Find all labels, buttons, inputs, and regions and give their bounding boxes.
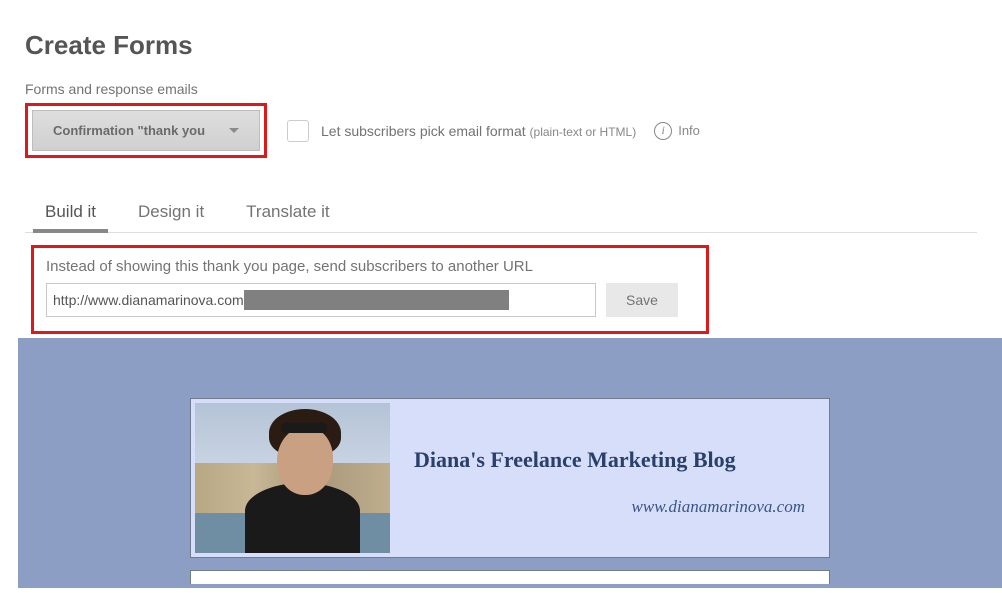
tab-design-it[interactable]: Design it: [138, 196, 204, 232]
checkbox-hint-text: (plain-text or HTML): [530, 125, 637, 139]
banner-text: Diana's Freelance Marketing Blog www.dia…: [390, 403, 825, 553]
banner-url: www.dianamarinova.com: [414, 497, 815, 517]
save-button[interactable]: Save: [606, 283, 678, 317]
redirect-instruction-label: Instead of showing this thank you page, …: [46, 258, 694, 275]
banner-title: Diana's Freelance Marketing Blog: [414, 447, 815, 473]
info-wrap: i Info: [654, 122, 700, 140]
author-photo: [195, 403, 390, 553]
top-controls-row: Confirmation "thank you Let subscribers …: [25, 103, 977, 158]
email-preview-wrap: Diana's Freelance Marketing Blog www.dia…: [190, 398, 830, 588]
redirect-url-row: http://www.dianamarinova.com Save: [46, 283, 694, 317]
chevron-down-icon: [229, 128, 239, 133]
dropdown-selected-text: Confirmation "thank you: [53, 123, 205, 138]
form-type-dropdown[interactable]: Confirmation "thank you: [32, 110, 260, 151]
redirect-url-input[interactable]: http://www.dianamarinova.com: [46, 283, 596, 317]
dropdown-highlight: Confirmation "thank you: [25, 103, 267, 158]
page-title: Create Forms: [25, 30, 977, 61]
forms-response-label: Forms and response emails: [25, 81, 977, 97]
redirect-url-value: http://www.dianamarinova.com: [53, 292, 244, 308]
redirect-url-box: Instead of showing this thank you page, …: [31, 245, 709, 334]
builder-tabs: Build it Design it Translate it: [25, 196, 977, 233]
email-format-checkbox[interactable]: [287, 120, 309, 142]
banner: Diana's Freelance Marketing Blog www.dia…: [191, 399, 829, 557]
tab-build-it[interactable]: Build it: [45, 196, 96, 232]
info-icon[interactable]: i: [654, 122, 672, 140]
email-format-label: Let subscribers pick email format (plain…: [321, 123, 636, 139]
form-preview-area: Diana's Freelance Marketing Blog www.dia…: [18, 338, 1002, 588]
info-label: Info: [678, 123, 700, 138]
email-format-option: Let subscribers pick email format (plain…: [287, 120, 700, 142]
email-body-start: [190, 570, 830, 584]
checkbox-main-text: Let subscribers pick email format: [321, 123, 526, 139]
redacted-block: [244, 290, 509, 310]
email-header-banner: Diana's Freelance Marketing Blog www.dia…: [190, 398, 830, 558]
tab-translate-it[interactable]: Translate it: [246, 196, 329, 232]
